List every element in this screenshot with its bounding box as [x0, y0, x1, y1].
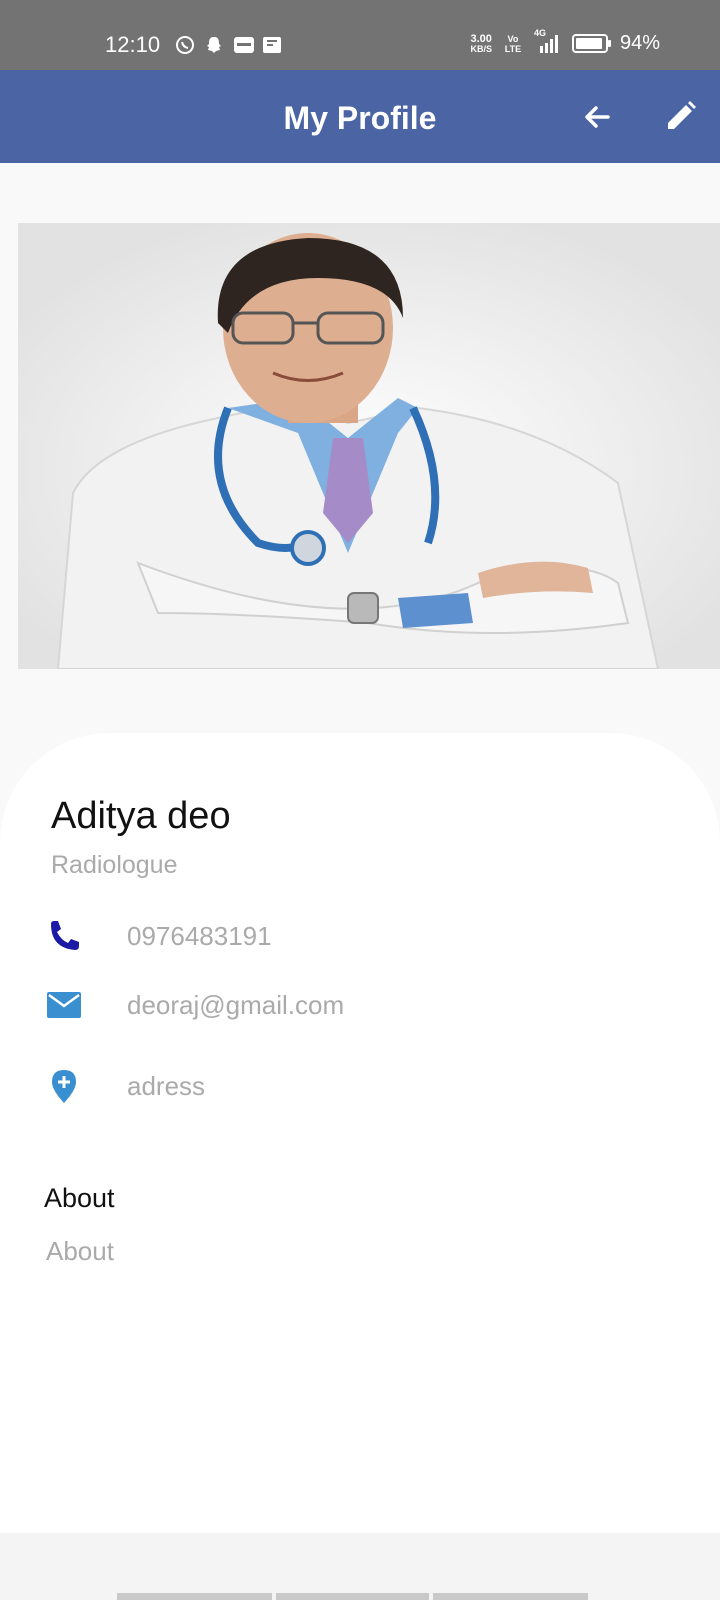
edit-button[interactable]: [660, 97, 700, 137]
net-speed-unit: KB/S: [470, 43, 492, 54]
volte-indicator: Vo LTE: [504, 33, 522, 54]
email-icon: [47, 992, 81, 1018]
nav-segment: [433, 1593, 588, 1600]
doctor-name: Aditya deo: [51, 795, 231, 837]
signal-icon: 4G: [534, 28, 560, 54]
battery-icon: [571, 34, 611, 53]
nav-segment: [117, 1593, 272, 1600]
email-row[interactable]: deoraj@gmail.com: [46, 987, 344, 1023]
system-navigation-area: [0, 1533, 720, 1600]
email-address[interactable]: deoraj@gmail.com: [127, 990, 344, 1021]
snapchat-icon: [204, 35, 224, 55]
about-text: About: [46, 1236, 114, 1266]
net-speed: 3.00 KB/S: [470, 32, 492, 54]
nav-segment: [276, 1593, 429, 1600]
app-bar: My Profile: [0, 70, 720, 163]
pencil-icon: [668, 101, 696, 129]
status-bar: 12:10 3.00 KB/S Vo LTE 4G 94%: [0, 0, 720, 70]
address-text[interactable]: adress: [127, 1071, 205, 1102]
phone-number[interactable]: 0976483191: [127, 921, 272, 952]
profile-card: Aditya deo Radiologue 0976483191 deoraj@…: [0, 733, 720, 1533]
message-notification-icon: [262, 35, 282, 55]
back-button[interactable]: [578, 97, 618, 137]
arrow-left-icon: [585, 106, 610, 128]
profile-photo: [18, 223, 720, 669]
phone-icon: [51, 921, 79, 950]
status-right: 3.00 KB/S Vo LTE 4G 94%: [470, 28, 660, 55]
about-heading: About: [44, 1183, 115, 1213]
whatsapp-icon: [175, 35, 195, 55]
doctor-photo-illustration: [18, 223, 720, 669]
address-row[interactable]: adress: [46, 1068, 205, 1104]
add-location-icon: [52, 1070, 76, 1103]
battery-fill: [575, 38, 603, 49]
app-notification-icon: [233, 35, 254, 55]
phone-row[interactable]: 0976483191: [46, 918, 272, 954]
notification-icons: [175, 35, 282, 55]
status-time: 12:10: [105, 32, 161, 57]
doctor-specialty: Radiologue: [51, 851, 178, 879]
net-speed-value: 3.00: [470, 32, 492, 45]
battery-percent: 94%: [619, 32, 660, 54]
